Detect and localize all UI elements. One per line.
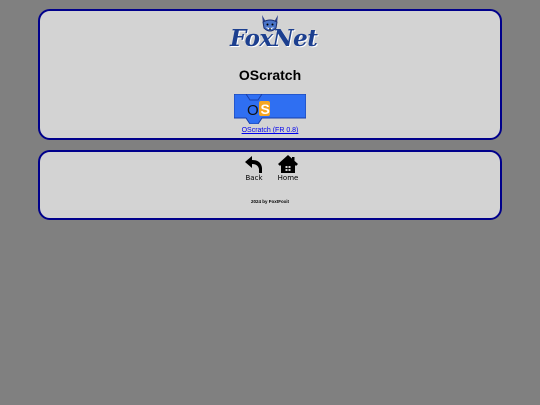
back-arrow-icon [245,156,262,173]
back-button[interactable]: Back [239,154,269,182]
back-label: Back [245,174,263,182]
footer-copyright: 2024 by FoxtFoxit [250,199,289,204]
project-thumbnail[interactable]: O S [234,94,306,124]
house-icon [278,155,298,173]
foxnet-logo[interactable]: FoxNet [230,13,318,53]
project-link[interactable]: OScratch (FR 0.8) [40,127,500,134]
page-title: OScratch [238,67,302,83]
nav-card: Back Home 2024 by FoxtFoxit [38,150,502,220]
svg-text:S: S [261,101,270,117]
svg-text:O: O [247,102,259,119]
home-button[interactable]: Home [273,154,303,182]
header-card: FoxNet OScratch O S OScratch (FR 0.8) [38,9,502,140]
logo-text: FoxNet [230,25,318,52]
home-label: Home [277,174,299,182]
